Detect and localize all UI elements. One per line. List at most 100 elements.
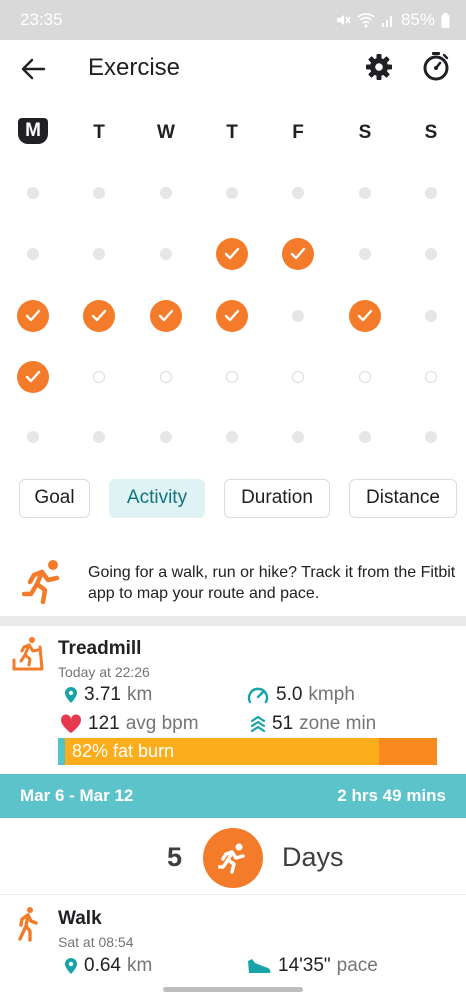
empty-day-dot bbox=[27, 187, 39, 199]
week-summary-bar[interactable]: Mar 6 - Mar 12 2 hrs 49 mins bbox=[0, 774, 466, 818]
distance-value: 0.64 bbox=[84, 955, 121, 976]
walk-pace: 14'35" pace bbox=[246, 955, 378, 977]
filter-duration-chip[interactable]: Duration bbox=[224, 479, 330, 518]
hr-value: 121 bbox=[88, 713, 120, 734]
distance-unit: km bbox=[126, 955, 153, 976]
day-label-2: W bbox=[157, 122, 175, 143]
pace-unit: pace bbox=[336, 955, 378, 976]
empty-day-dot bbox=[93, 187, 105, 199]
exercise-time: Today at 22:26 bbox=[58, 664, 150, 680]
check-icon bbox=[158, 309, 174, 322]
promo-text: Going for a walk, run or hike? Track it … bbox=[88, 564, 456, 602]
zone-unit: zone min bbox=[299, 713, 377, 734]
speed-unit: kmph bbox=[308, 684, 355, 705]
empty-day-dot bbox=[292, 310, 304, 322]
list-divider bbox=[0, 894, 466, 895]
filter-chips: Goal Activity Duration Distance bbox=[0, 479, 466, 519]
day-label-5: S bbox=[358, 122, 372, 143]
future-day-marker bbox=[93, 371, 105, 383]
future-day-marker bbox=[292, 371, 304, 383]
runner-icon bbox=[218, 843, 245, 874]
day-label-1: T bbox=[93, 122, 105, 143]
check-icon bbox=[224, 247, 240, 260]
check-icon bbox=[357, 309, 373, 322]
future-day-marker bbox=[226, 371, 238, 383]
treadmill-distance: 3.71 km bbox=[64, 684, 152, 706]
filter-activity-chip[interactable]: Activity bbox=[109, 479, 205, 518]
empty-day-dot bbox=[425, 248, 437, 260]
filter-goal-chip[interactable]: Goal bbox=[19, 479, 90, 518]
empty-day-dot bbox=[160, 248, 172, 260]
days-count: 5 bbox=[167, 842, 183, 872]
status-icons: 85% bbox=[335, 10, 450, 30]
empty-day-dot bbox=[27, 248, 39, 260]
mute-icon bbox=[336, 15, 351, 25]
treadmill-speed: 5.0 kmph bbox=[246, 684, 355, 706]
fat-burn-label: 82% fat burn bbox=[72, 741, 175, 761]
section-separator bbox=[0, 616, 466, 626]
battery-percent: 85% bbox=[400, 10, 435, 29]
completed-day-check bbox=[216, 300, 248, 332]
heart-zone-bar: 82% fat burn bbox=[58, 738, 437, 765]
empty-day-dot bbox=[425, 431, 437, 443]
exercise-time: Sat at 08:54 bbox=[58, 934, 134, 950]
completed-day-check bbox=[282, 238, 314, 270]
track-promo[interactable]: Going for a walk, run or hike? Track it … bbox=[0, 548, 466, 614]
treadmill-heart-rate: 121 avg bpm bbox=[60, 713, 199, 735]
empty-day-dot bbox=[425, 310, 437, 322]
zone-value: 51 bbox=[272, 713, 294, 734]
days-label: Days bbox=[282, 842, 344, 872]
home-indicator[interactable] bbox=[163, 987, 303, 992]
app-bar: Exercise bbox=[0, 40, 466, 96]
pace-value: 14'35" bbox=[278, 955, 331, 976]
distance-unit: km bbox=[126, 684, 153, 705]
timer-icon[interactable] bbox=[420, 50, 452, 82]
walk-distance: 0.64 km bbox=[64, 955, 152, 977]
completed-day-check bbox=[83, 300, 115, 332]
empty-day-dot bbox=[160, 431, 172, 443]
exercise-name: Treadmill bbox=[58, 638, 142, 659]
exercise-name: Walk bbox=[58, 908, 102, 929]
day-label-4: F bbox=[292, 122, 304, 143]
hr-unit: avg bpm bbox=[125, 713, 199, 734]
empty-day-dot bbox=[27, 431, 39, 443]
empty-day-dot bbox=[359, 248, 371, 260]
shoe-icon bbox=[248, 959, 271, 973]
status-bar: 23:35 85% bbox=[0, 0, 466, 40]
walker-icon bbox=[18, 907, 38, 942]
future-day-marker bbox=[425, 371, 437, 383]
treadmill-zone-minutes: 51 zone min bbox=[250, 713, 376, 735]
heart-zone-peak bbox=[379, 738, 437, 765]
location-pin-icon bbox=[65, 687, 77, 703]
check-icon bbox=[25, 309, 41, 322]
check-icon bbox=[224, 309, 240, 322]
treadmill-icon bbox=[12, 637, 44, 671]
future-day-marker bbox=[359, 371, 371, 383]
runner-icon bbox=[22, 560, 60, 604]
week-total-duration: 2 hrs 49 mins bbox=[337, 786, 446, 805]
empty-day-dot bbox=[226, 187, 238, 199]
future-day-marker bbox=[160, 371, 172, 383]
empty-day-dot bbox=[359, 431, 371, 443]
check-icon bbox=[25, 370, 41, 383]
completed-day-check bbox=[17, 361, 49, 393]
filter-distance-chip[interactable]: Distance bbox=[349, 479, 457, 518]
week-range: Mar 6 - Mar 12 bbox=[20, 786, 134, 805]
empty-day-dot bbox=[292, 187, 304, 199]
page-title: Exercise bbox=[88, 54, 181, 81]
location-pin-icon bbox=[65, 958, 77, 974]
day-label-6: S bbox=[424, 122, 438, 143]
empty-day-dot bbox=[160, 187, 172, 199]
heart-icon bbox=[60, 714, 82, 733]
gear-icon[interactable] bbox=[364, 52, 394, 82]
status-time: 23:35 bbox=[20, 10, 63, 29]
heart-zone-below bbox=[58, 738, 65, 765]
day-label-3: T bbox=[226, 122, 238, 143]
completed-day-check bbox=[349, 300, 381, 332]
empty-day-dot bbox=[93, 431, 105, 443]
empty-day-dot bbox=[93, 248, 105, 260]
completed-day-check bbox=[216, 238, 248, 270]
back-arrow-icon[interactable] bbox=[18, 54, 48, 84]
day-label-0: M bbox=[18, 118, 48, 144]
wifi-icon bbox=[357, 13, 375, 28]
